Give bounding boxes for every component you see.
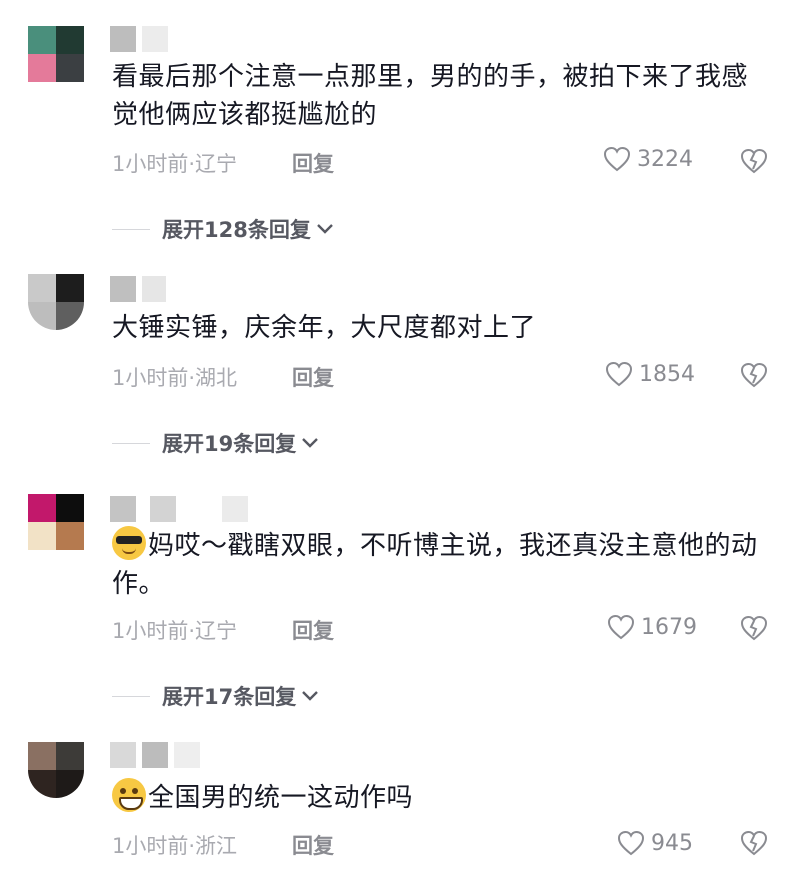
comment-meta: 1小时前·辽宁: [112, 619, 238, 643]
avatar[interactable]: [28, 742, 84, 798]
divider-line: [112, 442, 150, 444]
username-blurred[interactable]: [110, 26, 168, 52]
reply-button[interactable]: 回复: [292, 148, 334, 178]
dislike-button[interactable]: [740, 148, 768, 174]
heart-outline-icon: [607, 614, 635, 640]
like-count: 945: [651, 830, 693, 856]
expand-replies-label: 展开19条回复: [162, 432, 297, 456]
username-blurred[interactable]: [110, 496, 248, 522]
like-button[interactable]: 945: [617, 830, 693, 856]
reply-button[interactable]: 回复: [292, 830, 334, 860]
username-blurred[interactable]: [110, 276, 166, 302]
comment-meta: 1小时前·湖北: [112, 366, 238, 390]
heart-outline-icon: [617, 830, 645, 856]
comment-meta: 1小时前·浙江: [112, 834, 238, 858]
dislike-button[interactable]: [740, 830, 768, 856]
username-blurred[interactable]: [110, 742, 200, 768]
chevron-down-icon: [302, 438, 319, 448]
reply-button[interactable]: 回复: [292, 362, 334, 392]
like-button[interactable]: 3224: [603, 146, 693, 172]
sunglasses-emoji-icon: [112, 526, 146, 560]
comment-text: 全国男的统一这动作吗: [112, 778, 772, 817]
chevron-down-icon: [302, 691, 319, 701]
reply-button[interactable]: 回复: [292, 615, 334, 645]
comment-text-content: 全国男的统一这动作吗: [148, 783, 414, 813]
dislike-button[interactable]: [740, 362, 768, 388]
comment-meta: 1小时前·辽宁: [112, 152, 238, 176]
heart-outline-icon: [605, 361, 633, 387]
grin-sweat-emoji-icon: [112, 778, 146, 812]
avatar[interactable]: [28, 274, 84, 330]
chevron-down-icon: [316, 224, 333, 234]
avatar[interactable]: [28, 26, 84, 82]
broken-heart-icon: [740, 615, 768, 641]
comment-text: 大锤实锤，庆余年，大尺度都对上了: [112, 313, 537, 343]
expand-replies-label: 展开17条回复: [162, 685, 297, 709]
expand-replies-label: 展开128条回复: [162, 218, 311, 242]
broken-heart-icon: [740, 148, 768, 174]
like-button[interactable]: 1854: [605, 361, 695, 387]
expand-replies-button[interactable]: 展开17条回复: [112, 681, 320, 711]
broken-heart-icon: [740, 830, 768, 856]
broken-heart-icon: [740, 362, 768, 388]
expand-replies-button[interactable]: 展开128条回复: [112, 214, 335, 244]
like-button[interactable]: 1679: [607, 614, 697, 640]
divider-line: [112, 228, 150, 230]
comment-text-content: 妈哎～戳瞎双眼，不听博主说，我还真没主意他的动作。: [112, 531, 758, 599]
dislike-button[interactable]: [740, 615, 768, 641]
avatar[interactable]: [28, 494, 84, 550]
comment-text: 妈哎～戳瞎双眼，不听博主说，我还真没主意他的动作。: [112, 526, 772, 603]
heart-outline-icon: [603, 146, 631, 172]
comment-text: 看最后那个注意一点那里，男的的手，被拍下来了我感觉他俩应该都挺尴尬的: [112, 62, 749, 130]
divider-line: [112, 695, 150, 697]
expand-replies-button[interactable]: 展开19条回复: [112, 428, 320, 458]
like-count: 1679: [641, 614, 697, 640]
like-count: 1854: [639, 361, 695, 387]
like-count: 3224: [637, 146, 693, 172]
